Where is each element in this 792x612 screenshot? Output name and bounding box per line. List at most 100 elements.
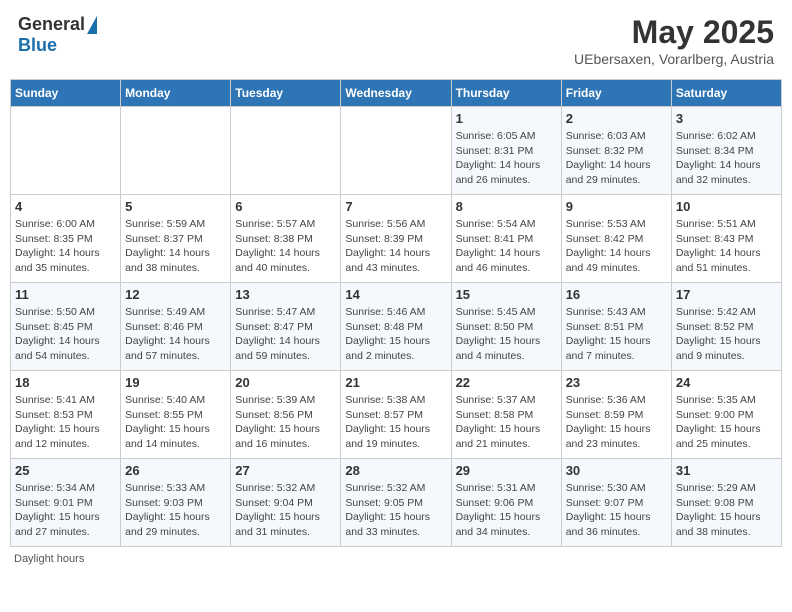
day-info: Sunrise: 5:59 AM Sunset: 8:37 PM Dayligh… (125, 217, 226, 276)
header-monday: Monday (121, 80, 231, 107)
day-number: 15 (456, 287, 557, 302)
day-number: 4 (15, 199, 116, 214)
day-info: Sunrise: 5:49 AM Sunset: 8:46 PM Dayligh… (125, 305, 226, 364)
table-row: 24 Sunrise: 5:35 AM Sunset: 9:00 PM Dayli… (671, 371, 781, 459)
day-info: Sunrise: 5:56 AM Sunset: 8:39 PM Dayligh… (345, 217, 446, 276)
day-number: 7 (345, 199, 446, 214)
week-row-3: 11Sunrise: 5:50 AM Sunset: 8:45 PM Dayli… (11, 283, 782, 371)
day-number: 21 (345, 375, 446, 390)
day-number: 27 (235, 463, 336, 478)
day-info: Sunrise: 5:40 AM Sunset: 8:55 PM Dayligh… (125, 393, 226, 452)
logo-blue-text: Blue (18, 35, 57, 56)
day-info: Sunrise: 5:33 AM Sunset: 9:03 PM Dayligh… (125, 481, 226, 540)
week-row-4: 18Sunrise: 5:41 AM Sunset: 8:53 PM Dayli… (11, 371, 782, 459)
header-thursday: Thursday (451, 80, 561, 107)
day-info: Sunrise: 5:35 AM Sunset: 9:00 PM Dayligh… (676, 393, 777, 452)
day-info: Sunrise: 5:42 AM Sunset: 8:52 PM Dayligh… (676, 305, 777, 364)
day-info: Sunrise: 5:45 AM Sunset: 8:50 PM Dayligh… (456, 305, 557, 364)
day-info: Sunrise: 5:32 AM Sunset: 9:04 PM Dayligh… (235, 481, 336, 540)
table-row: 13 Sunrise: 5:47 AM Sunset: 8:47 PM Dayli… (231, 283, 341, 371)
day-number: 13 (235, 287, 336, 302)
day-info: Sunrise: 6:03 AM Sunset: 8:32 PM Dayligh… (566, 129, 667, 188)
table-row: 7 Sunrise: 5:56 AM Sunset: 8:39 PM Daylig… (341, 195, 451, 283)
day-number: 19 (125, 375, 226, 390)
logo-text: General (18, 14, 97, 35)
table-row: 26 Sunrise: 5:33 AM Sunset: 9:03 PM Dayli… (121, 459, 231, 547)
day-number: 17 (676, 287, 777, 302)
day-number: 9 (566, 199, 667, 214)
table-row (231, 107, 341, 195)
table-row: 9Sunrise: 5:53 AM Sunset: 8:42 PM Daylig… (561, 195, 671, 283)
logo-general-text: General (18, 14, 85, 35)
table-row: 14Sunrise: 5:46 AM Sunset: 8:48 PM Dayli… (341, 283, 451, 371)
day-info: Sunrise: 5:38 AM Sunset: 8:57 PM Dayligh… (345, 393, 446, 452)
table-row: 16Sunrise: 5:43 AM Sunset: 8:51 PM Dayli… (561, 283, 671, 371)
table-row: 15 Sunrise: 5:45 AM Sunset: 8:50 PM Dayli… (451, 283, 561, 371)
table-row: 10 Sunrise: 5:51 AM Sunset: 8:43 PM Dayli… (671, 195, 781, 283)
table-row: 27 Sunrise: 5:32 AM Sunset: 9:04 PM Dayli… (231, 459, 341, 547)
day-info: Sunrise: 5:34 AM Sunset: 9:01 PM Dayligh… (15, 481, 116, 540)
week-row-2: 4 Sunrise: 6:00 AM Sunset: 8:35 PM Daylig… (11, 195, 782, 283)
header-friday: Friday (561, 80, 671, 107)
day-info: Sunrise: 5:54 AM Sunset: 8:41 PM Dayligh… (456, 217, 557, 276)
week-row-1: 1 Sunrise: 6:05 AM Sunset: 8:31 PM Daylig… (11, 107, 782, 195)
day-number: 5 (125, 199, 226, 214)
day-number: 23 (566, 375, 667, 390)
table-row: 25 Sunrise: 5:34 AM Sunset: 9:01 PM Dayli… (11, 459, 121, 547)
table-row: 4 Sunrise: 6:00 AM Sunset: 8:35 PM Daylig… (11, 195, 121, 283)
table-row: 5 Sunrise: 5:59 AM Sunset: 8:37 PM Daylig… (121, 195, 231, 283)
days-header-row: Sunday Monday Tuesday Wednesday Thursday… (11, 80, 782, 107)
day-info: Sunrise: 5:46 AM Sunset: 8:48 PM Dayligh… (345, 305, 446, 364)
day-number: 29 (456, 463, 557, 478)
day-info: Sunrise: 5:37 AM Sunset: 8:58 PM Dayligh… (456, 393, 557, 452)
table-row (341, 107, 451, 195)
day-info: Sunrise: 5:31 AM Sunset: 9:06 PM Dayligh… (456, 481, 557, 540)
day-number: 12 (125, 287, 226, 302)
day-number: 22 (456, 375, 557, 390)
day-number: 30 (566, 463, 667, 478)
day-number: 25 (15, 463, 116, 478)
table-row: 3Sunrise: 6:02 AM Sunset: 8:34 PM Daylig… (671, 107, 781, 195)
logo-triangle-icon (87, 16, 97, 34)
calendar-table: Sunday Monday Tuesday Wednesday Thursday… (10, 79, 782, 547)
table-row: 18Sunrise: 5:41 AM Sunset: 8:53 PM Dayli… (11, 371, 121, 459)
day-info: Sunrise: 6:00 AM Sunset: 8:35 PM Dayligh… (15, 217, 116, 276)
day-number: 16 (566, 287, 667, 302)
day-number: 20 (235, 375, 336, 390)
day-number: 24 (676, 375, 777, 390)
table-row: 17 Sunrise: 5:42 AM Sunset: 8:52 PM Dayli… (671, 283, 781, 371)
table-row: 28Sunrise: 5:32 AM Sunset: 9:05 PM Dayli… (341, 459, 451, 547)
table-row: 20Sunrise: 5:39 AM Sunset: 8:56 PM Dayli… (231, 371, 341, 459)
header-saturday: Saturday (671, 80, 781, 107)
day-info: Sunrise: 5:47 AM Sunset: 8:47 PM Dayligh… (235, 305, 336, 364)
daylight-label: Daylight hours (14, 553, 84, 565)
week-row-5: 25 Sunrise: 5:34 AM Sunset: 9:01 PM Dayli… (11, 459, 782, 547)
day-number: 28 (345, 463, 446, 478)
header: General Blue May 2025 UEbersaxen, Vorarl… (10, 10, 782, 71)
table-row: 1 Sunrise: 6:05 AM Sunset: 8:31 PM Daylig… (451, 107, 561, 195)
day-info: Sunrise: 6:05 AM Sunset: 8:31 PM Dayligh… (456, 129, 557, 188)
month-title: May 2025 (574, 14, 774, 51)
table-row: 31Sunrise: 5:29 AM Sunset: 9:08 PM Dayli… (671, 459, 781, 547)
day-number: 10 (676, 199, 777, 214)
day-info: Sunrise: 5:41 AM Sunset: 8:53 PM Dayligh… (15, 393, 116, 452)
table-row: 30 Sunrise: 5:30 AM Sunset: 9:07 PM Dayli… (561, 459, 671, 547)
day-info: Sunrise: 6:02 AM Sunset: 8:34 PM Dayligh… (676, 129, 777, 188)
page-container: General Blue May 2025 UEbersaxen, Vorarl… (10, 10, 782, 565)
header-tuesday: Tuesday (231, 80, 341, 107)
day-info: Sunrise: 5:36 AM Sunset: 8:59 PM Dayligh… (566, 393, 667, 452)
table-row: 21 Sunrise: 5:38 AM Sunset: 8:57 PM Dayli… (341, 371, 451, 459)
table-row: 19 Sunrise: 5:40 AM Sunset: 8:55 PM Dayli… (121, 371, 231, 459)
header-sunday: Sunday (11, 80, 121, 107)
table-row: 23 Sunrise: 5:36 AM Sunset: 8:59 PM Dayli… (561, 371, 671, 459)
day-info: Sunrise: 5:51 AM Sunset: 8:43 PM Dayligh… (676, 217, 777, 276)
day-number: 1 (456, 111, 557, 126)
day-number: 26 (125, 463, 226, 478)
day-number: 2 (566, 111, 667, 126)
table-row (11, 107, 121, 195)
day-info: Sunrise: 5:30 AM Sunset: 9:07 PM Dayligh… (566, 481, 667, 540)
table-row: 11Sunrise: 5:50 AM Sunset: 8:45 PM Dayli… (11, 283, 121, 371)
day-number: 6 (235, 199, 336, 214)
logo: General Blue (18, 14, 97, 56)
title-section: May 2025 UEbersaxen, Vorarlberg, Austria (574, 14, 774, 67)
